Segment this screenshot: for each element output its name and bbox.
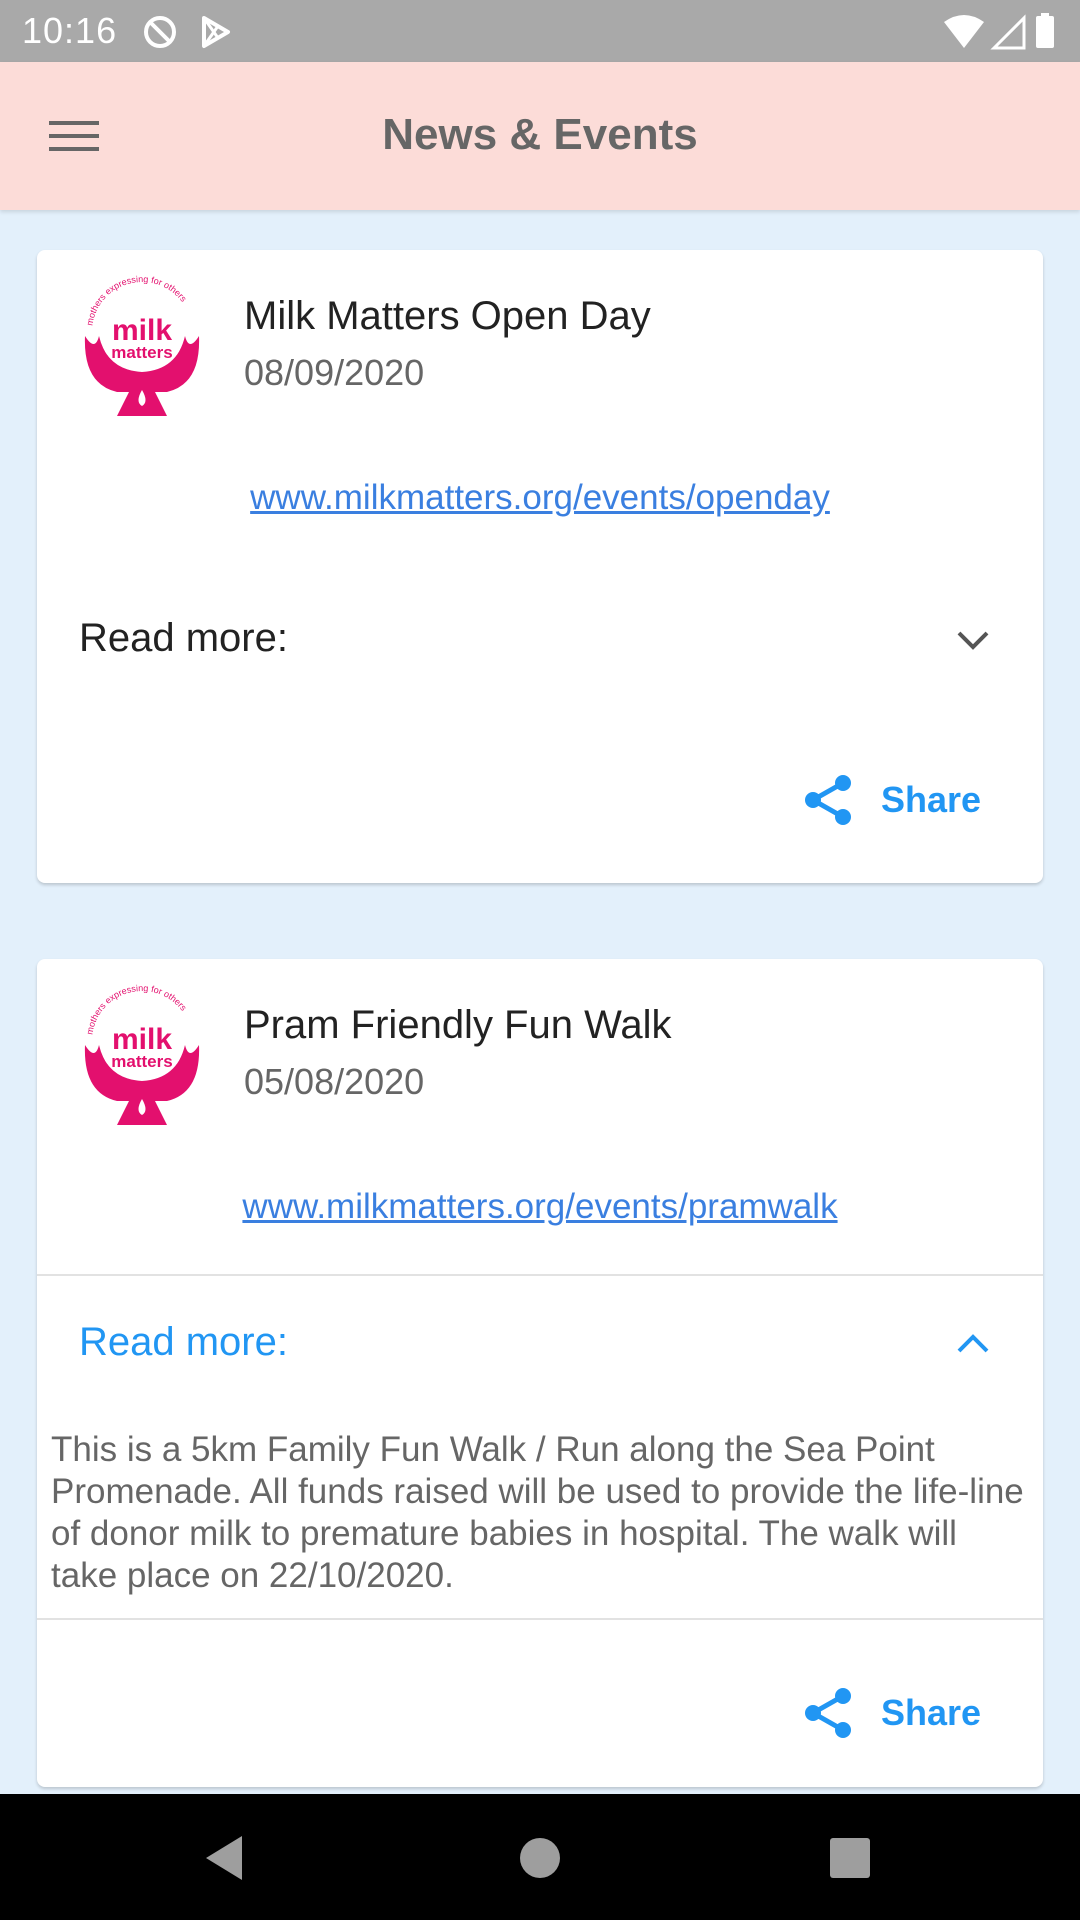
share-button[interactable]: Share (803, 765, 983, 835)
battery-icon (1036, 16, 1054, 48)
milk-matters-logo: mothers expressing for others milk matte… (84, 274, 200, 416)
share-button[interactable]: Share (803, 1678, 983, 1748)
event-link[interactable]: www.milkmatters.org/events/openday (37, 478, 1043, 518)
read-more-content: This is a 5km Family Fun Walk / Run alon… (51, 1430, 1024, 1595)
logo-word-matters: matters (111, 1052, 172, 1071)
read-more-toggle[interactable]: Read more: (37, 572, 1043, 706)
page-title: News & Events (382, 110, 698, 159)
event-date: 08/09/2020 (244, 352, 425, 393)
read-more-toggle[interactable]: Read more: (37, 1276, 1043, 1410)
event-link[interactable]: www.milkmatters.org/events/pramwalk (37, 1187, 1043, 1227)
wifi-icon (944, 15, 984, 48)
status-bar: 10:16 (0, 0, 1080, 62)
home-button[interactable] (512, 1830, 568, 1886)
chevron-up-icon (957, 1334, 989, 1353)
play-store-icon (202, 16, 230, 48)
app-bar: News & Events (0, 62, 1080, 210)
event-card: mothers expressing for others milk matte… (37, 959, 1043, 1787)
status-system-icons (944, 13, 1054, 50)
read-more-label: Read more: (79, 616, 288, 660)
event-date: 05/08/2020 (244, 1061, 425, 1102)
event-card: mothers expressing for others milk matte… (37, 250, 1043, 883)
back-triangle-icon (206, 1836, 242, 1880)
recents-button[interactable] (822, 1830, 878, 1886)
share-icon (805, 1688, 851, 1738)
do-not-disturb-icon (144, 16, 176, 48)
share-label: Share (881, 779, 982, 820)
event-title: Milk Matters Open Day (244, 294, 651, 338)
home-circle-icon (520, 1838, 560, 1878)
milk-matters-logo: mothers expressing for others milk matte… (84, 983, 200, 1125)
divider (37, 1618, 1043, 1620)
status-notification-icons (144, 16, 230, 48)
share-label: Share (881, 1692, 982, 1733)
read-more-label: Read more: (79, 1320, 288, 1364)
signal-icon (990, 14, 1026, 50)
chevron-down-icon (957, 631, 989, 650)
share-icon (805, 775, 851, 825)
recents-square-icon (830, 1838, 870, 1878)
back-button[interactable] (196, 1830, 252, 1886)
status-time: 10:16 (22, 10, 118, 51)
system-nav-bar (0, 1794, 1080, 1920)
event-title: Pram Friendly Fun Walk (244, 1003, 672, 1047)
logo-word-matters: matters (111, 343, 172, 362)
